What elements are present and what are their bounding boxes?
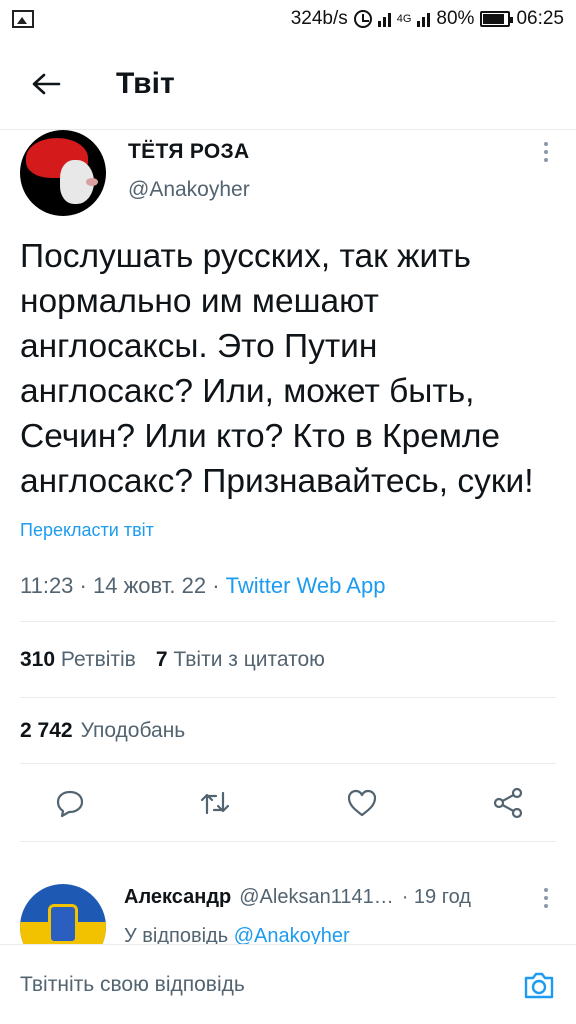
author-handle[interactable]: @Anakoyher xyxy=(128,178,250,202)
more-icon[interactable] xyxy=(536,142,556,162)
reply-composer[interactable]: Твітніть свою відповідь xyxy=(0,944,576,1024)
retweet-icon xyxy=(201,791,230,814)
tweet: ТЁТЯ РОЗА @Anakoyher Послушать русских, … xyxy=(0,130,576,842)
status-bar: 324b/s 4G 80% 06:25 xyxy=(0,0,576,38)
likes-count: 2 742 xyxy=(20,718,73,742)
reply-button[interactable] xyxy=(54,787,86,819)
quotes-stat[interactable]: 7 Твіти з цитатою xyxy=(156,648,325,672)
avatar-nose xyxy=(86,178,98,186)
quotes-count: 7 xyxy=(155,647,168,671)
back-button[interactable] xyxy=(16,54,76,114)
tweet-source[interactable]: Twitter Web App xyxy=(226,573,386,598)
reply-input-placeholder[interactable]: Твітніть свою відповідь xyxy=(20,973,245,997)
clock: 06:25 xyxy=(516,8,564,29)
tweet-date: 14 жовт. 22 xyxy=(93,573,207,598)
share-icon xyxy=(493,787,523,818)
reply-to: У відповідь @Anakoyher xyxy=(124,925,556,944)
share-button[interactable] xyxy=(492,787,524,819)
author-name[interactable]: ТЁТЯ РОЗА xyxy=(128,140,250,164)
retweet-button[interactable] xyxy=(199,787,231,819)
signal-icon xyxy=(377,11,391,27)
reply-to-handle[interactable]: @Anakoyher xyxy=(234,925,350,944)
reply-icon xyxy=(56,790,84,817)
more-icon[interactable] xyxy=(536,887,556,908)
reply-author-handle[interactable]: @Aleksan1141… xyxy=(239,886,393,909)
header: Твіт xyxy=(0,38,576,130)
battery-icon xyxy=(480,11,514,27)
translate-link[interactable]: Перекласти твіт xyxy=(20,520,556,541)
image-icon xyxy=(12,10,34,28)
tweet-time: 11:23 xyxy=(20,573,74,598)
page-title: Твіт xyxy=(116,66,175,100)
tweet-text: Послушать русских, так жить нормально им… xyxy=(20,238,534,500)
retweets-count: 310 xyxy=(20,647,56,671)
reply-author-name[interactable]: Александр xyxy=(124,886,231,909)
back-arrow-icon xyxy=(32,73,61,94)
avatar[interactable] xyxy=(20,130,106,216)
likes-label: Уподобань xyxy=(80,718,186,742)
tweet-stats: 310 Ретвітів 7 Твіти з цитатою xyxy=(20,622,556,698)
alarm-icon xyxy=(353,10,372,28)
reply-item[interactable]: Александр @Aleksan1141… · 19 год У відпо… xyxy=(0,868,576,944)
tweet-actions xyxy=(20,764,556,842)
battery-fill xyxy=(483,14,505,24)
battery-percent: 80% xyxy=(436,8,475,29)
signal-icon-2 xyxy=(417,11,431,27)
retweets-label: Ретвітів xyxy=(60,647,136,671)
like-button[interactable] xyxy=(345,787,379,819)
meta-separator: · xyxy=(79,573,87,598)
likes-stat[interactable]: 2 742 Уподобань xyxy=(20,698,556,764)
tweet-meta: 11:23 · 14 жовт. 22 · Twitter Web App xyxy=(20,573,556,622)
retweets-stat[interactable]: 310 Ретвітів xyxy=(20,648,136,672)
like-icon xyxy=(347,789,376,816)
reply-to-prefix: У відповідь xyxy=(124,925,229,944)
avatar-emblem xyxy=(48,904,78,944)
reply-avatar[interactable] xyxy=(20,884,106,944)
network-type: 4G xyxy=(396,13,412,25)
reply-time: · 19 год xyxy=(401,886,471,908)
net-speed: 324b/s xyxy=(290,8,348,29)
camera-icon xyxy=(524,972,554,998)
meta-separator-2: · xyxy=(212,573,220,598)
camera-button[interactable] xyxy=(522,969,556,1001)
quotes-label: Твіти з цитатою xyxy=(173,647,325,671)
